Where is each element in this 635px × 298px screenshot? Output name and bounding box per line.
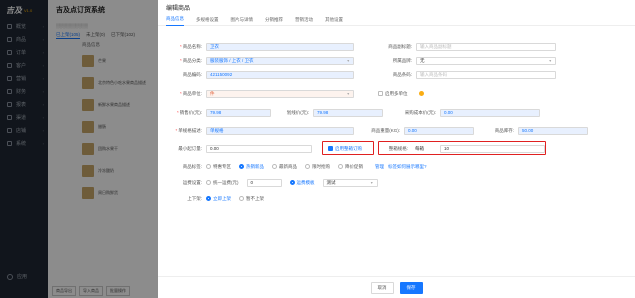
edit-product-drawer: 编辑商品 商品信息 多规格设置 图片与详情 分销推荐 营销活动 其他设置 *商品名称: 卫… — [158, 0, 635, 298]
tags-help-link[interactable]: 标签如何展示哪里? — [388, 164, 427, 170]
radio-selected-icon — [206, 196, 211, 201]
shelf-later-radio[interactable]: 暂不上架 — [239, 196, 264, 202]
weight-input[interactable]: 0.00 — [404, 126, 474, 135]
unit-value: 件 — [210, 90, 215, 96]
tab-item[interactable]: 分销推荐 — [265, 17, 283, 23]
chevron-down-icon: ▼ — [346, 91, 350, 96]
tag-radio[interactable]: 最新商品 — [272, 164, 297, 170]
price-label: 销售价(元): — [179, 109, 202, 115]
pack-spec-label: 整箱规格: — [388, 145, 408, 151]
moq-label: 最小起订量: — [178, 145, 202, 151]
brand-label: 所属品牌: — [392, 57, 412, 63]
radio-icon — [239, 196, 244, 201]
tags-label: 商品标签: — [182, 163, 202, 169]
drawer-title: 编辑商品 — [166, 5, 191, 12]
pack-order-checkbox[interactable]: 启用整箱订购 — [328, 146, 362, 152]
radio-icon — [338, 164, 343, 169]
barcode-label: 商品条码: — [392, 71, 412, 77]
tag-label: 特惠专区 — [213, 163, 231, 169]
info-icon[interactable] — [418, 91, 424, 96]
shelf-label: 上下架: — [187, 195, 202, 201]
shipping-label: 运费设置: — [182, 179, 202, 185]
checkbox-icon — [378, 91, 383, 96]
category-value: 服装服饰 / 上衣 / 卫衣 — [210, 57, 254, 63]
shipping-template-select[interactable]: 测试 ▼ — [322, 178, 378, 187]
product-name-input[interactable]: 卫衣 — [206, 42, 354, 51]
drawer-footer: 取消 保存 — [158, 276, 635, 298]
spec-label: 单规格描述: — [178, 127, 202, 133]
radio-selected-icon — [289, 180, 295, 185]
unit-label: 商品单位: — [182, 90, 202, 96]
category-select[interactable]: 服装服饰 / 上衣 / 卫衣 ▼ — [206, 56, 354, 65]
tag-label: 限时抢购 — [312, 163, 330, 169]
cost-label: 划线价(元): — [286, 109, 309, 115]
save-button[interactable]: 保存 — [399, 281, 423, 294]
tag-label: 最新商品 — [279, 163, 297, 169]
unit-select[interactable]: 件 ▼ — [206, 89, 354, 98]
shipping-template-value: 测试 — [326, 179, 336, 185]
cancel-button[interactable]: 取消 — [370, 281, 394, 294]
tab-item[interactable]: 其他设置 — [325, 17, 343, 23]
manage-tags-link[interactable]: 管理 — [375, 164, 384, 170]
pack-check-label: 启用整箱订购 — [335, 145, 362, 151]
shipping-fee-input[interactable]: 0 — [246, 178, 282, 187]
tab-item[interactable]: 图片与详情 — [231, 17, 254, 23]
radio-icon — [239, 164, 244, 169]
brand-select[interactable]: 无 ▼ — [416, 56, 556, 65]
shelf-later-label: 暂不上架 — [246, 195, 264, 201]
price-input[interactable]: 79.98 — [206, 108, 271, 117]
purchase-label: 采购成本价(元): — [404, 109, 436, 115]
shipping-template-radio[interactable]: 运费模板 — [289, 179, 315, 186]
subtitle-label: 商品副标题: — [388, 43, 412, 49]
subtitle-input[interactable]: 输入商品副标题 — [416, 42, 556, 51]
radio-icon — [272, 164, 277, 169]
chevron-down-icon: ▼ — [548, 58, 552, 63]
pack-qty-input[interactable]: 10 — [440, 144, 545, 153]
moq-input[interactable]: 0.00 — [206, 144, 312, 153]
brand-value: 无 — [420, 57, 425, 63]
multi-unit-checkbox[interactable]: 启用多单位 — [378, 91, 408, 97]
barcode-input[interactable]: 输入商品条码 — [416, 70, 556, 79]
uniform-shipping-label: 统一运费(元) — [213, 179, 239, 185]
shelf-now-radio[interactable]: 立即上架 — [206, 196, 231, 202]
modal-mask[interactable] — [0, 0, 158, 298]
tab-item[interactable]: 商品信息 — [166, 14, 184, 26]
cost-input[interactable]: 79.98 — [313, 108, 383, 117]
pack-unit: 每箱 — [412, 144, 432, 153]
category-label: 商品分类: — [182, 57, 202, 63]
tag-radio[interactable]: 热销新品 — [239, 164, 264, 170]
code-label: 商品编码: — [182, 71, 202, 77]
stock-input[interactable]: 50.00 — [518, 126, 588, 135]
shelf-now-label: 立即上架 — [213, 195, 231, 201]
tab-item[interactable]: 营销活动 — [295, 17, 313, 23]
stock-label: 商品库存: — [494, 127, 514, 133]
shipping-template-label: 运费模板 — [296, 179, 315, 185]
chevron-down-icon: ▼ — [370, 180, 374, 185]
tag-radio[interactable]: 降价促销 — [338, 164, 363, 170]
spec-input[interactable]: 单规格 — [206, 126, 354, 135]
weight-label: 商品重量(KG): — [371, 127, 400, 133]
tag-label: 降价促销 — [345, 163, 363, 169]
multi-unit-label: 启用多单位 — [385, 90, 408, 96]
name-label: 商品名称: — [182, 43, 202, 49]
tab-item[interactable]: 多规格设置 — [196, 17, 219, 23]
uniform-shipping-radio[interactable]: 统一运费(元) — [206, 180, 239, 186]
purchase-input[interactable]: 0.00 — [440, 108, 540, 117]
tag-label: 热销新品 — [246, 163, 264, 169]
radio-icon — [206, 164, 211, 169]
tag-radio[interactable]: 限时抢购 — [305, 164, 330, 170]
chevron-down-icon: ▼ — [346, 58, 350, 63]
tag-radio[interactable]: 特惠专区 — [206, 164, 231, 170]
radio-icon — [305, 164, 310, 169]
checkbox-checked-icon — [328, 146, 333, 151]
radio-icon — [206, 180, 211, 185]
product-code-input[interactable]: 421150092 — [206, 70, 354, 79]
